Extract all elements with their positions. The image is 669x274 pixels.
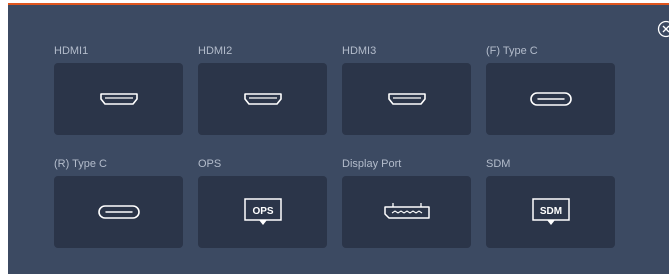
source-tile-hdmi2[interactable] xyxy=(198,63,327,135)
source-selection-panel: HDMI1 HDMI2 HDMI3 (F) Type C (R) Type C … xyxy=(8,3,669,274)
close-icon[interactable] xyxy=(657,20,669,38)
displayport-icon xyxy=(383,203,430,219)
source-hdmi1[interactable]: HDMI1 xyxy=(54,44,183,135)
monitor-icon: SDM xyxy=(531,198,570,225)
source-label: OPS xyxy=(198,158,222,170)
source-hdmi2[interactable]: HDMI2 xyxy=(198,44,327,135)
source-label: HDMI2 xyxy=(198,45,233,57)
source-label: HDMI1 xyxy=(54,45,89,57)
usb-c-port-icon xyxy=(529,92,572,106)
source-label: (R) Type C xyxy=(54,158,107,170)
source-tile-hdmi1[interactable] xyxy=(54,63,183,135)
hdmi-port-icon xyxy=(99,93,138,105)
monitor-icon-label: OPS xyxy=(252,206,273,217)
source-ops[interactable]: OPS OPS xyxy=(198,157,327,248)
source-tile-sdm[interactable]: SDM xyxy=(486,176,615,248)
hdmi-port-icon xyxy=(387,93,426,105)
monitor-icon: OPS xyxy=(243,198,282,225)
source-display-port[interactable]: Display Port xyxy=(342,157,471,248)
source-tile-f-type-c[interactable] xyxy=(486,63,615,135)
source-label: SDM xyxy=(486,158,511,170)
source-tile-ops[interactable]: OPS xyxy=(198,176,327,248)
source-label: Display Port xyxy=(342,158,402,170)
hdmi-port-icon xyxy=(243,93,282,105)
monitor-icon-label: SDM xyxy=(539,206,561,217)
source-r-type-c[interactable]: (R) Type C xyxy=(54,157,183,248)
source-hdmi3[interactable]: HDMI3 xyxy=(342,44,471,135)
source-label: HDMI3 xyxy=(342,45,377,57)
source-label: (F) Type C xyxy=(486,45,538,57)
usb-c-port-icon xyxy=(97,205,140,219)
source-f-type-c[interactable]: (F) Type C xyxy=(486,44,615,135)
source-sdm[interactable]: SDM SDM xyxy=(486,157,615,248)
source-tile-r-type-c[interactable] xyxy=(54,176,183,248)
source-tile-display-port[interactable] xyxy=(342,176,471,248)
source-tile-hdmi3[interactable] xyxy=(342,63,471,135)
